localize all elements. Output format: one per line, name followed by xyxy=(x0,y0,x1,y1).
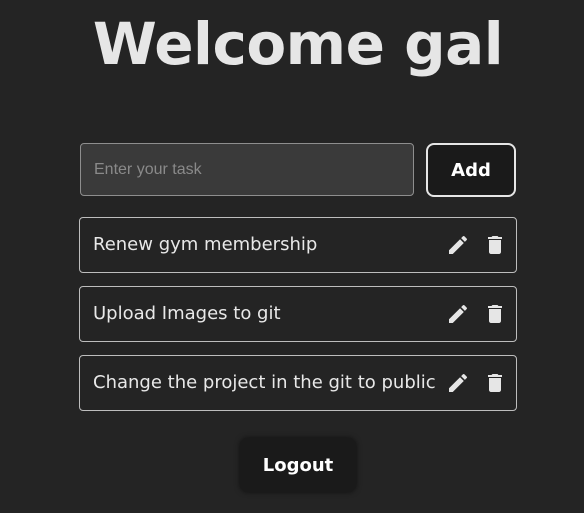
task-text: Upload Images to git xyxy=(93,303,281,324)
task-input[interactable] xyxy=(80,143,414,196)
task-item: Renew gym membership xyxy=(79,217,517,273)
pencil-icon[interactable] xyxy=(446,302,470,326)
add-task-button[interactable]: Add xyxy=(426,143,516,197)
pencil-icon[interactable] xyxy=(446,371,470,395)
task-text: Change the project in the git to public xyxy=(93,372,436,393)
task-item: Change the project in the git to public xyxy=(79,355,517,411)
task-list: Renew gym membership Upload Images to gi… xyxy=(79,217,517,424)
trash-icon[interactable] xyxy=(483,371,507,395)
trash-icon[interactable] xyxy=(483,233,507,257)
pencil-icon[interactable] xyxy=(446,233,470,257)
logout-button[interactable]: Logout xyxy=(240,438,356,492)
task-text: Renew gym membership xyxy=(93,234,318,255)
trash-icon[interactable] xyxy=(483,302,507,326)
page-title: Welcome gal xyxy=(92,10,504,78)
task-item: Upload Images to git xyxy=(79,286,517,342)
